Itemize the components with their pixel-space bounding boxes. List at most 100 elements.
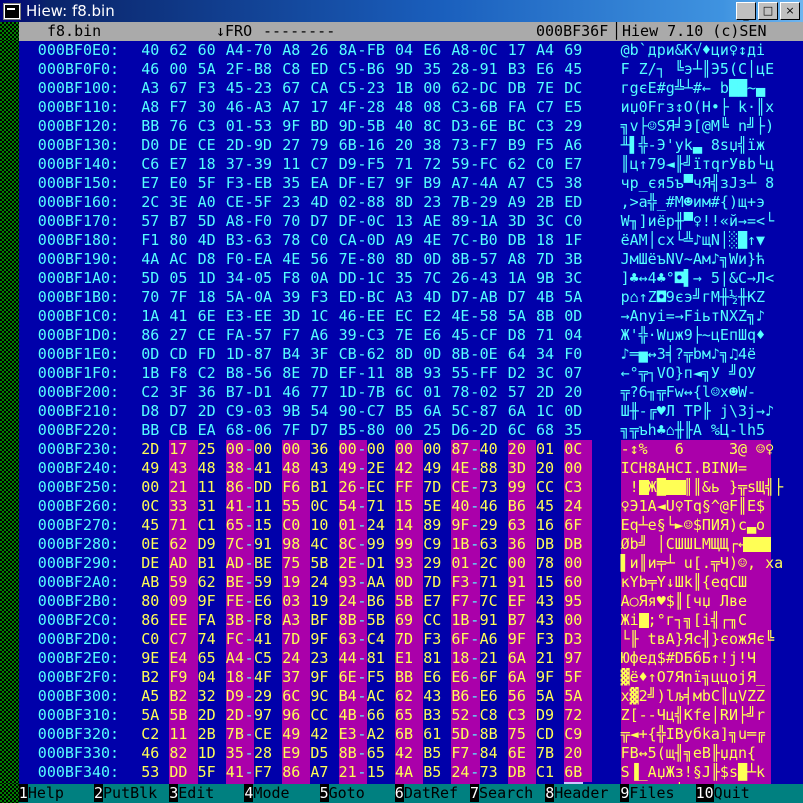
hex-byte[interactable]: 32 xyxy=(197,687,226,706)
hex-row[interactable]: 000BF0F0: 46 00 5A 2F - B8 C8 ED C5- B6 9D 35 28-91 B3… xyxy=(0,60,803,79)
hex-byte[interactable]: 1D xyxy=(198,269,217,288)
hex-byte[interactable]: F7 xyxy=(254,763,283,782)
hex-byte[interactable]: 48 xyxy=(197,459,226,478)
hex-byte[interactable]: E7 xyxy=(423,592,452,611)
hex-byte[interactable]: 67 xyxy=(282,79,301,98)
hex-byte[interactable]: 62 xyxy=(395,687,424,706)
hex-byte[interactable]: B6 xyxy=(507,497,536,516)
hex-byte[interactable]: BF xyxy=(310,611,339,630)
hex-byte[interactable]: 0C xyxy=(564,440,593,459)
hex-byte[interactable]: 40 xyxy=(395,117,414,136)
hex-byte[interactable]: 0C xyxy=(367,212,386,231)
hex-byte[interactable]: 3B xyxy=(564,250,583,269)
hex-byte[interactable]: 56 xyxy=(254,364,273,383)
hex-byte[interactable]: 00 xyxy=(254,440,283,459)
ascii-text[interactable]: ,>а╬_#M☻им#{)щ+э xyxy=(621,193,766,212)
hex-byte[interactable]: 49 xyxy=(423,459,452,478)
hex-byte[interactable]: 3D xyxy=(507,459,536,478)
ascii-text[interactable]: @b`дри&K√♦ци♀↕ді xyxy=(621,41,766,60)
hex-byte[interactable]: 62 xyxy=(197,573,226,592)
hex-row[interactable]: 000BF230: 2D 17 25 00-00 00 36 00-00 00 00 87-40 20… xyxy=(0,440,803,459)
hex-byte[interactable]: 62 xyxy=(169,535,198,554)
hex-byte[interactable]: 0D xyxy=(564,402,583,421)
hex-byte[interactable]: C8 xyxy=(479,706,508,725)
hex-byte[interactable]: 3E xyxy=(169,193,188,212)
hex-byte[interactable]: B5 xyxy=(339,421,358,440)
hex-row[interactable]: 000BF200: C2 3F 36 B7- D1 46 77 1D -7B 6C 01 78-02 57… xyxy=(0,383,803,402)
hex-byte[interactable]: 23 xyxy=(254,79,273,98)
ascii-text[interactable]: -↕% 6 3@ ☺♀ xyxy=(620,440,774,459)
hex-byte[interactable]: FF xyxy=(395,478,424,497)
hex-byte[interactable]: 5A xyxy=(508,307,527,326)
ascii-text[interactable]: └╟ tвA}Яc╢}єoжЯє╚ xyxy=(620,630,774,649)
ascii-text[interactable]: ♪═▅↔З╡?╦bм♪╗♫4ё xyxy=(621,345,756,364)
hex-row[interactable]: 000BF280: 0E 62 D9 7C -91 98 4C 8C -99 99 C9 1B -63 36… xyxy=(0,535,803,554)
ascii-text[interactable]: Eq┴e§└►☺$ПИЯ)c▃o xyxy=(620,516,771,535)
hex-byte[interactable]: 5D xyxy=(198,212,217,231)
hex-byte[interactable]: 4D xyxy=(423,288,442,307)
hex-byte[interactable]: A6 xyxy=(479,630,508,649)
hex-byte[interactable]: 33 xyxy=(169,497,198,516)
hex-byte[interactable]: 78 xyxy=(282,231,301,250)
ascii-text[interactable]: гgєE#g╩┴#← b██~▄ xyxy=(621,79,766,98)
hex-byte[interactable]: 89 xyxy=(423,516,452,535)
hex-byte[interactable]: DF xyxy=(339,174,358,193)
hex-byte[interactable]: B9 xyxy=(423,174,442,193)
hex-byte[interactable]: 6B xyxy=(480,98,499,117)
hex-byte[interactable]: 69 xyxy=(564,41,583,60)
hex-byte[interactable]: DB xyxy=(508,79,527,98)
hex-byte[interactable]: E7 xyxy=(141,174,160,193)
hex-byte[interactable]: 6E xyxy=(507,744,536,763)
hex-byte[interactable]: 90 xyxy=(339,402,358,421)
hex-byte[interactable]: B7 xyxy=(226,383,245,402)
hex-byte[interactable]: E6 xyxy=(536,60,555,79)
hex-byte[interactable]: 6C xyxy=(508,421,527,440)
hex-byte[interactable]: BB xyxy=(141,421,160,440)
hex-byte[interactable]: F7 xyxy=(282,326,301,345)
fn-key-3[interactable]: 3Edit xyxy=(169,784,215,803)
hex-byte[interactable]: 61 xyxy=(423,725,452,744)
hex-byte[interactable]: B8 xyxy=(226,364,245,383)
hex-byte[interactable]: 7F xyxy=(169,288,188,307)
hex-byte[interactable]: C1 xyxy=(197,516,226,535)
hex-row[interactable]: 000BF260: 0C 33 31 41-11 55 0C 54-71 15 5E 40-46 B6… xyxy=(0,497,803,516)
hex-byte[interactable]: 7D xyxy=(310,364,329,383)
hex-byte[interactable]: CA xyxy=(310,79,329,98)
close-button[interactable]: × xyxy=(780,2,800,20)
hex-byte[interactable]: 20 xyxy=(395,136,414,155)
hex-byte[interactable]: A7 xyxy=(282,98,301,117)
hex-byte[interactable]: D2 xyxy=(508,364,527,383)
hex-byte[interactable]: 0A xyxy=(254,288,273,307)
hex-byte[interactable]: 00 xyxy=(395,421,414,440)
hex-byte[interactable]: 2B xyxy=(197,725,226,744)
hex-byte[interactable]: 0D xyxy=(141,345,160,364)
ascii-text[interactable]: Z[--Чц╣Kfe│RИ├╝r xyxy=(620,706,771,725)
hex-byte[interactable]: 5F xyxy=(197,763,226,782)
hex-row[interactable]: 000BF180: F1 80 4D B3-63 78 C0 CA -0D A9 4E 7C - B0 DB… xyxy=(0,231,803,250)
hex-byte[interactable]: 74 xyxy=(197,630,226,649)
ascii-text[interactable]: Ш╫-╔♥Л TР╟ j\Зj→♪ xyxy=(621,402,775,421)
hex-byte[interactable]: 4D xyxy=(198,231,217,250)
hex-byte[interactable]: DB xyxy=(536,535,565,554)
hex-byte[interactable]: 3F xyxy=(169,383,188,402)
hex-row[interactable]: 000BF100: A3 67 F3 45-23 67 CA C5-23 1B 00 62- DC DB… xyxy=(0,79,803,98)
hex-byte[interactable]: 80 xyxy=(141,592,170,611)
hex-byte[interactable]: 62 xyxy=(508,155,527,174)
hex-byte[interactable]: 24 xyxy=(366,516,395,535)
hex-byte[interactable]: F0 xyxy=(564,345,583,364)
hex-byte[interactable]: 24 xyxy=(564,497,593,516)
hex-byte[interactable]: 00 xyxy=(564,459,593,478)
hex-byte[interactable]: A8 xyxy=(141,98,160,117)
hex-byte[interactable]: 37 xyxy=(226,155,245,174)
hex-byte[interactable]: 57 xyxy=(480,250,499,269)
hex-byte[interactable]: C7 xyxy=(310,155,329,174)
hex-byte[interactable]: 15 xyxy=(366,763,395,782)
hex-byte[interactable]: C2 xyxy=(141,383,160,402)
hex-byte[interactable]: 26 xyxy=(451,269,470,288)
hex-byte[interactable]: EC xyxy=(366,478,395,497)
hex-byte[interactable]: 3F xyxy=(310,345,329,364)
hex-row[interactable]: 000BF1E0: 0D CD FD 1D -87 B4 3F CB -62 8D 0D 8B -0E 64… xyxy=(0,345,803,364)
hex-byte[interactable]: 28 xyxy=(254,744,283,763)
hex-byte[interactable]: 01 xyxy=(226,117,245,136)
hex-byte[interactable]: C3 xyxy=(564,478,593,497)
